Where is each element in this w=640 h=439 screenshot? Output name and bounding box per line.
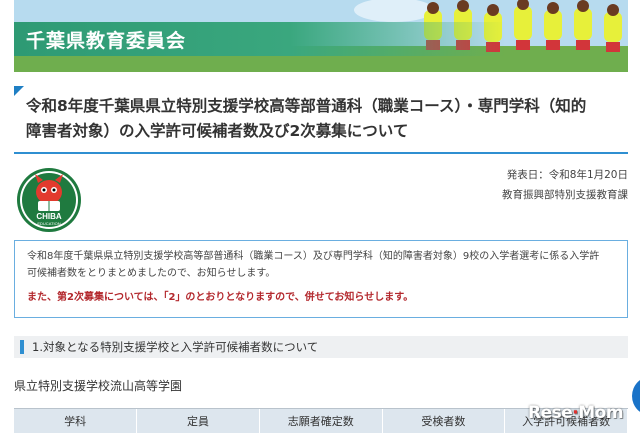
publish-date: 発表日：令和8年1月20日	[506, 169, 628, 181]
header-banner: 千葉県教育委員会	[14, 0, 628, 72]
notice-paragraph-1: 令和8年度千葉県県立特別支援学校高等部普通科（職業コース）及び専門学科（知的障害…	[27, 248, 615, 282]
page-heading: 令和8年度千葉県県立特別支援学校高等部普通科（職業コース）・専門学科（知的 障害…	[14, 86, 628, 154]
article-meta: 発表日：令和8年1月20日 教育振興部特別支援教育課	[502, 165, 628, 205]
site-title[interactable]: 千葉県教育委員会	[26, 26, 186, 53]
notice-paragraph-2: また、第2次募集については、「2」のとおりとなりますので、併せてお知らせします。	[27, 292, 414, 303]
chiba-mascot-logo: CHIBA EDUCATION	[17, 168, 81, 232]
table-header-applicants: 志願者確定数	[259, 409, 383, 433]
page-title: 令和8年度千葉県県立特別支援学校高等部普通科（職業コース）・専門学科（知的 障害…	[26, 94, 622, 144]
section-marker	[20, 340, 24, 354]
section-title: 1.対象となる特別支援学校と入学許可候補者数について	[32, 340, 319, 354]
table-header-department: 学科	[14, 409, 138, 433]
notice-paragraph-1-line-2: 可候補者数をとりまとめましたので、お知らせします。	[27, 268, 276, 279]
heading-corner-mark	[14, 86, 24, 96]
notice-box: 令和8年度千葉県県立特別支援学校高等部普通科（職業コース）及び専門学科（知的障害…	[14, 240, 628, 318]
logo-subtext: EDUCATION	[37, 221, 60, 226]
department-name: 教育振興部特別支援教育課	[502, 189, 628, 201]
section-header: 1.対象となる特別支援学校と入学許可候補者数について	[14, 336, 628, 358]
page-title-line-1: 令和8年度千葉県県立特別支援学校高等部普通科（職業コース）・専門学科（知的	[26, 97, 587, 115]
watermark-kana: リセマム	[611, 399, 632, 405]
table-header-examinees: 受検者数	[382, 409, 506, 433]
page-top-button[interactable]	[632, 376, 640, 416]
watermark-brand-b: Mom	[578, 403, 624, 423]
watermark-brand-a: Rese	[528, 403, 573, 423]
page-title-line-2: 障害者対象）の入学許可候補者数及び2次募集について	[26, 122, 409, 140]
resemom-watermark: Rese·Mom	[528, 403, 624, 423]
school-name: 県立特別支援学校流山高等学園	[14, 379, 183, 393]
table-header-capacity: 定員	[136, 409, 260, 433]
logo-text: CHIBA	[36, 212, 62, 221]
notice-paragraph-1-line-1: 令和8年度千葉県県立特別支援学校高等部普通科（職業コース）及び専門学科（知的障害…	[27, 251, 600, 262]
